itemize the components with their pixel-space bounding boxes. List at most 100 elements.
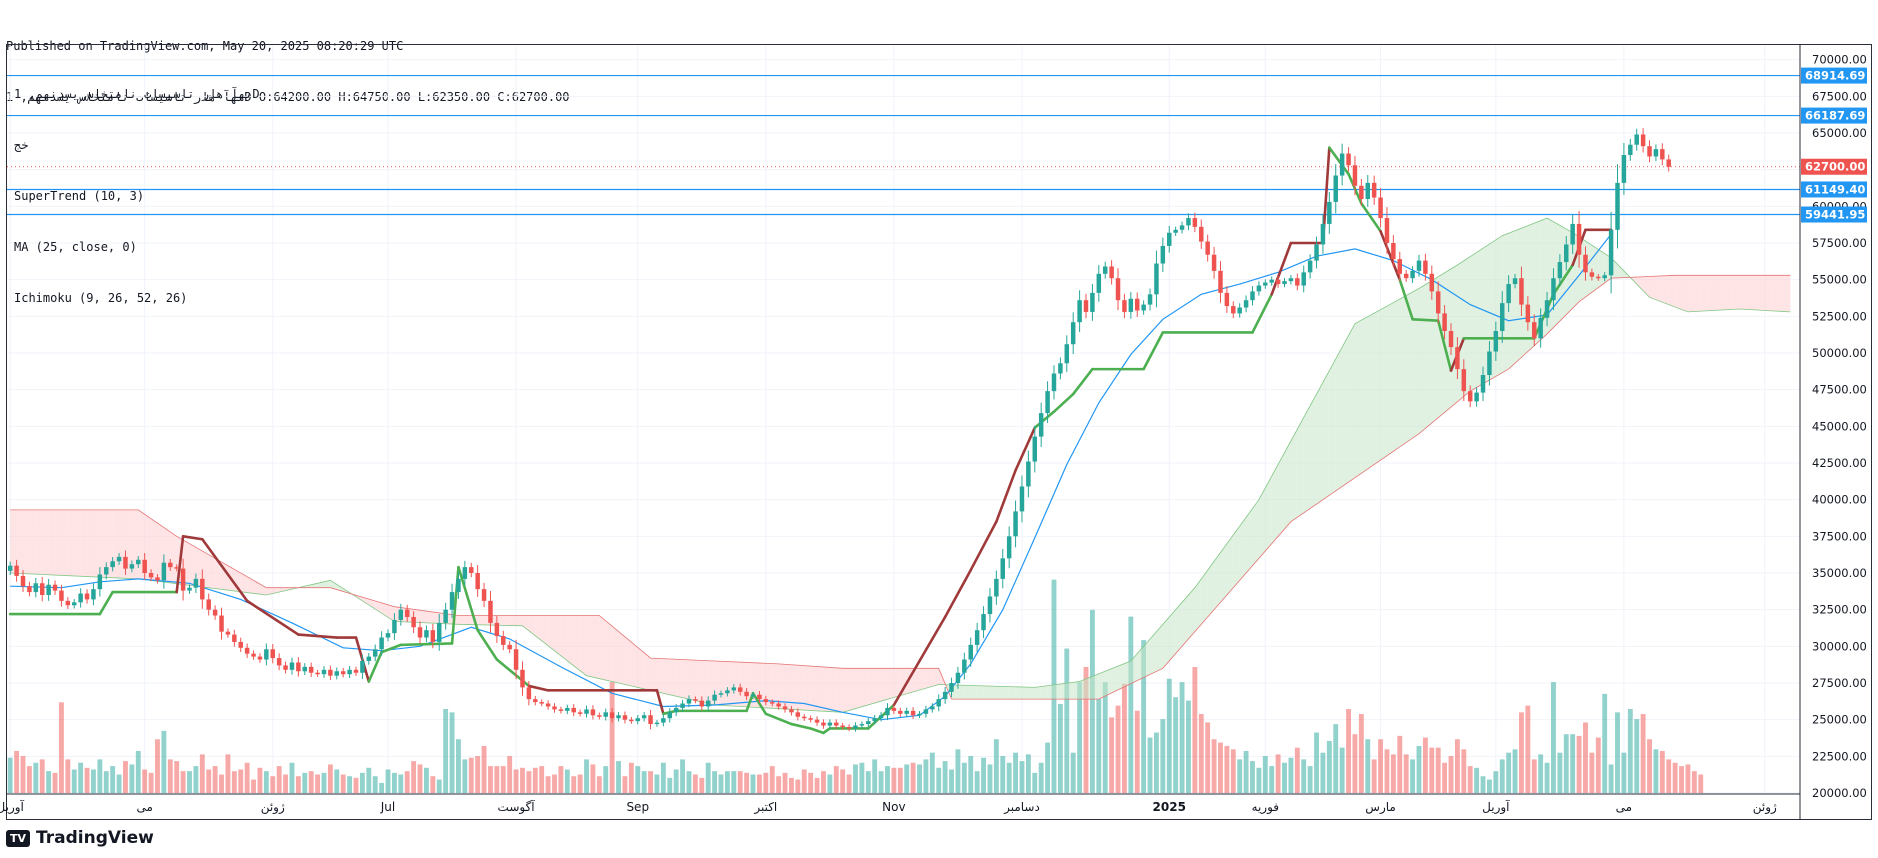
cloud-segment <box>1374 309 1381 465</box>
x-tick-label: دسامبر <box>1003 800 1040 815</box>
volume-bar <box>1666 759 1672 793</box>
volume-bar <box>789 777 794 793</box>
legend-ichimoku[interactable]: Ichimoku (9, 26, 52, 26) <box>14 290 260 307</box>
cloud-segment <box>1354 320 1362 478</box>
candle-body <box>270 649 275 659</box>
volume-bar <box>1467 766 1473 793</box>
candle-body <box>1640 134 1646 147</box>
volume-bar <box>1275 754 1281 793</box>
candle-body <box>1628 144 1633 155</box>
volume-bar <box>1627 709 1633 793</box>
volume-bar <box>52 772 58 793</box>
price-chart[interactable]: 70000.0067500.0065000.0062500.0060000.00… <box>0 0 1878 858</box>
time-axis[interactable]: آوریل می ژوئن Jul آگوست Sep اکتبر Nov دسامبر 2025… <box>0 793 1800 815</box>
candle-body <box>827 722 833 726</box>
cloud-segment <box>932 668 939 687</box>
candle-body <box>725 690 730 694</box>
candle-body <box>1275 279 1281 285</box>
candle-body <box>705 700 711 707</box>
volume-bar <box>315 774 321 793</box>
candle-body <box>39 583 45 595</box>
cloud-segment <box>1169 609 1176 661</box>
candle-body <box>360 661 365 673</box>
cloud-segment <box>868 668 875 705</box>
volume-bar <box>276 766 282 793</box>
cloud-segment <box>1226 534 1234 595</box>
volume-bar <box>1064 648 1070 793</box>
y-tick-label: 65000.00 <box>1812 126 1867 140</box>
volume-bar <box>1506 752 1512 793</box>
volume-bar <box>212 766 218 793</box>
cloud-segment <box>1111 666 1119 693</box>
y-tick-label: 40000.00 <box>1812 493 1867 507</box>
volume-bar <box>1371 759 1377 793</box>
cloud-segment <box>1098 671 1106 700</box>
tradingview-brand[interactable]: TV TradingView <box>6 828 154 848</box>
candle-body <box>430 630 436 642</box>
volume-bar <box>1474 767 1480 793</box>
cloud-segment <box>10 509 17 574</box>
volume-bar <box>1057 703 1063 793</box>
candle-body <box>1474 392 1479 402</box>
volume-bar <box>1640 714 1646 793</box>
volume-bar <box>14 751 20 793</box>
volume-bar <box>206 769 212 793</box>
candle-body <box>321 669 327 675</box>
candle-body <box>1167 232 1172 246</box>
supertrend-segment <box>1379 229 1402 281</box>
candle-body <box>315 672 320 675</box>
cloud-segment <box>1188 587 1195 639</box>
cloud-segment <box>420 610 427 623</box>
candle-body <box>1314 244 1319 261</box>
candle-body <box>1602 275 1607 279</box>
candle-body <box>795 712 801 717</box>
candle-body <box>1621 155 1627 183</box>
cloud-segment <box>605 620 613 682</box>
candle-body <box>1499 303 1505 331</box>
volume-bar <box>391 772 397 793</box>
supertrend-segment <box>790 722 812 730</box>
cloud-segment <box>1290 429 1298 522</box>
volume-bar <box>641 771 647 793</box>
cloud-segment <box>1361 316 1368 474</box>
legend-symbol[interactable]: نهآ هار تاسیسات نامتخاس یسدنهم, 1D <box>14 86 260 103</box>
legend-ma[interactable]: MA (25, close, 0) <box>14 239 260 256</box>
volume-bar <box>718 774 724 793</box>
candle-body <box>1339 153 1345 176</box>
cloud-segment <box>1726 275 1733 310</box>
candle-body <box>661 718 666 723</box>
candle-body <box>1576 223 1582 255</box>
volume-bar <box>500 766 506 793</box>
cloud-segment <box>35 509 43 575</box>
volume-bar <box>1314 732 1319 793</box>
volume-bar <box>1595 737 1601 793</box>
volume-bar <box>1410 759 1416 793</box>
candle-body <box>97 574 103 590</box>
candle-body <box>872 718 877 722</box>
candle-body <box>520 669 525 688</box>
legend-supertrend[interactable]: SuperTrend (10, 3) <box>14 188 260 205</box>
candle-body <box>488 600 493 623</box>
candle-body <box>110 561 115 568</box>
candle-body <box>1416 260 1422 271</box>
candle-body <box>1295 278 1300 286</box>
candle-body <box>686 699 692 704</box>
volume-bar <box>187 771 192 793</box>
volume-bar <box>1019 761 1025 793</box>
candle-body <box>955 672 961 683</box>
candle-body <box>161 562 167 581</box>
candle-body <box>232 634 237 642</box>
cloud-segment <box>1470 252 1477 392</box>
candle-body <box>404 609 410 617</box>
candle-body <box>475 573 480 590</box>
cloud-segment <box>1156 624 1163 672</box>
volume-bar <box>763 772 769 793</box>
candle-body <box>878 715 884 719</box>
cloud-segment <box>695 660 702 703</box>
cloud-segment <box>1393 299 1400 452</box>
candle-body <box>962 659 967 673</box>
cloud-segment <box>1758 275 1765 311</box>
candle-body <box>603 712 608 717</box>
candle-body <box>930 706 935 710</box>
cloud-segment <box>1771 275 1778 312</box>
